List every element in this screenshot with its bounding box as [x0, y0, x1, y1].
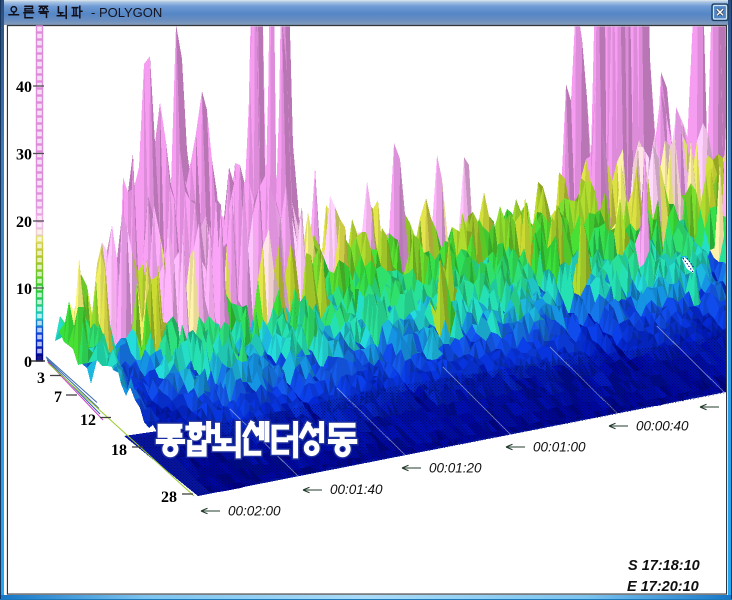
- svg-text:3: 3: [37, 370, 45, 387]
- svg-text:20: 20: [16, 214, 32, 231]
- svg-text:- POLYGON: - POLYGON: [91, 5, 162, 20]
- svg-text:00:02:00: 00:02:00: [228, 504, 281, 519]
- svg-text:00:01:40: 00:01:40: [330, 482, 383, 497]
- svg-text:7: 7: [54, 389, 62, 406]
- svg-text:40: 40: [16, 79, 32, 96]
- svg-text:00:00:40: 00:00:40: [636, 419, 689, 434]
- svg-text:30: 30: [16, 147, 32, 164]
- svg-text:S 17:18:10: S 17:18:10: [628, 558, 700, 574]
- svg-text:00:01:00: 00:01:00: [533, 440, 586, 455]
- svg-text:10: 10: [16, 281, 32, 298]
- svg-text:12: 12: [80, 412, 96, 429]
- svg-text:28: 28: [161, 489, 177, 506]
- svg-text:0: 0: [24, 354, 32, 371]
- svg-text:E 17:20:10: E 17:20:10: [627, 579, 699, 595]
- svg-text:00:01:20: 00:01:20: [429, 461, 482, 476]
- svg-text:18: 18: [111, 442, 127, 459]
